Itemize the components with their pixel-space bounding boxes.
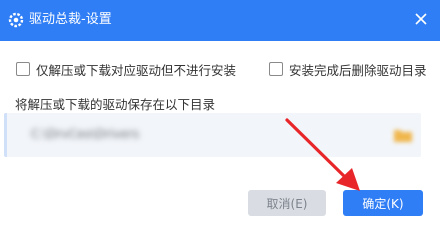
gear-icon (8, 12, 24, 28)
close-button[interactable] (410, 10, 432, 32)
extract-only-checkbox[interactable] (16, 62, 30, 76)
extract-only-label: 仅解压或下载对应驱动但不进行安装 (36, 62, 237, 78)
title-bar: 驱动总裁-设置 (0, 0, 440, 41)
save-directory-path: C:\DrvCeo\Drivers (31, 127, 140, 141)
close-icon (415, 13, 427, 29)
delete-after-install-option[interactable]: 安装完成后删除驱动目录 (269, 60, 427, 78)
cancel-button[interactable]: 取消(E) (248, 190, 326, 216)
window-title: 驱动总裁-设置 (29, 12, 112, 27)
ok-button[interactable]: 确定(K) (343, 190, 423, 216)
extract-only-option[interactable]: 仅解压或下载对应驱动但不进行安装 (16, 60, 236, 78)
delete-after-install-label: 安装完成后删除驱动目录 (289, 62, 427, 78)
save-directory-field[interactable]: C:\DrvCeo\Drivers (4, 113, 421, 157)
delete-after-install-checkbox[interactable] (269, 62, 283, 76)
save-directory-label: 将解压或下载的驱动保存在以下目录 (15, 97, 216, 112)
folder-icon[interactable] (393, 127, 413, 143)
